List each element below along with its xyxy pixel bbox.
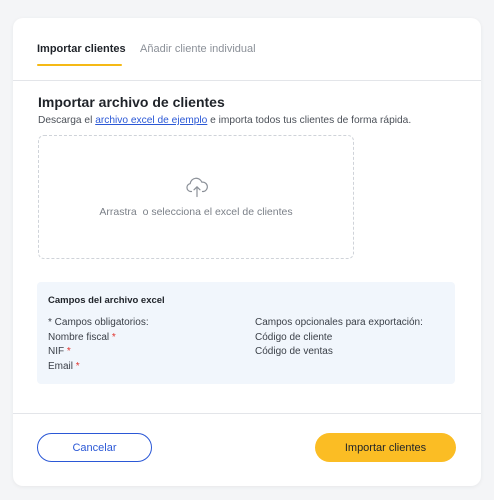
- example-excel-link[interactable]: archivo excel de ejemplo: [95, 115, 207, 126]
- required-fields-column: * Campos obligatorios: Nombre fiscal * N…: [48, 316, 149, 374]
- cancel-button[interactable]: Cancelar: [37, 433, 152, 462]
- required-field-item: Nombre fiscal *: [48, 331, 116, 343]
- required-asterisk: *: [75, 360, 80, 372]
- file-dropzone[interactable]: Arrastra o selecciona el excel de client…: [38, 135, 354, 259]
- required-fields-header: * Campos obligatorios:: [48, 317, 149, 328]
- tab-anadir-cliente-individual[interactable]: Añadir cliente individual: [140, 43, 256, 55]
- required-asterisk: *: [111, 331, 116, 343]
- optional-fields-header: Campos opcionales para exportación:: [255, 317, 423, 328]
- optional-field-item: Código de ventas: [255, 346, 333, 357]
- section-description: Descarga el archivo excel de ejemplo e i…: [38, 115, 411, 126]
- tab-importar-clientes[interactable]: Importar clientes: [37, 43, 126, 55]
- optional-fields-column: Campos opcionales para exportación: Códi…: [255, 316, 423, 360]
- active-tab-indicator: [37, 64, 122, 66]
- description-suffix: e importa todos tus clientes de forma rá…: [207, 115, 412, 126]
- tab-bar: Importar clientes Añadir cliente individ…: [13, 18, 481, 81]
- required-field-item: Email *: [48, 360, 80, 372]
- optional-field-item: Código de cliente: [255, 331, 333, 343]
- required-field-item: NIF *: [48, 346, 71, 357]
- required-asterisk: *: [66, 346, 71, 357]
- excel-fields-info: Campos del archivo excel * Campos obliga…: [37, 282, 455, 384]
- description-prefix: Descarga el: [38, 115, 96, 126]
- fields-title: Campos del archivo excel: [48, 295, 165, 306]
- import-clients-button[interactable]: Importar clientes: [315, 433, 456, 462]
- dropzone-text: Arrastra o selecciona el excel de client…: [99, 206, 293, 218]
- cloud-upload-icon: [186, 177, 208, 198]
- section-title: Importar archivo de clientes: [38, 94, 225, 110]
- footer-divider: [13, 413, 481, 414]
- import-clients-modal: Importar clientes Añadir cliente individ…: [13, 18, 481, 486]
